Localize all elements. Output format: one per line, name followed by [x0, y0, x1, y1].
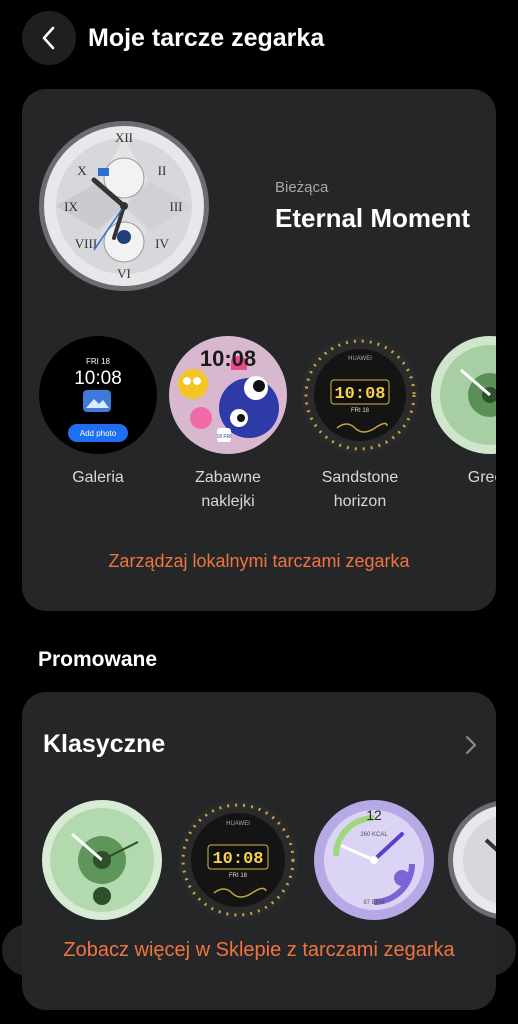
- promoted-section-title: Promowane: [38, 648, 158, 671]
- promo-face-classic-white[interactable]: [448, 800, 496, 920]
- svg-text:XII: XII: [115, 130, 133, 145]
- svg-text:IV: IV: [155, 236, 169, 251]
- header: Moje tarcze zegarka: [22, 10, 496, 66]
- sandstone-date: FRI 18: [351, 408, 370, 414]
- face-label-green: Green: [467, 469, 496, 486]
- svg-text:VIII: VIII: [75, 236, 97, 251]
- promo-gold-time: 10:08: [212, 850, 263, 869]
- current-face-name: Eternal Moment: [275, 203, 471, 233]
- promo-gold-brand: HUAWEI: [226, 821, 250, 827]
- promo-purple-bpm: 97 BPM: [363, 900, 384, 906]
- face-item-zabawne-naklejki[interactable]: 10:08 18 FRI Zabawne naklejki: [168, 336, 288, 514]
- sandstone-time: 10:08: [334, 385, 385, 404]
- naklejki-time: 10:08: [200, 346, 256, 371]
- svg-text:III: III: [170, 199, 183, 214]
- face-label-galeria: Galeria: [72, 469, 124, 486]
- back-button[interactable]: [22, 11, 76, 65]
- sandstone-face-thumb: HUAWEI 10:08 FRI 18: [301, 336, 419, 454]
- galeria-time: 10:08: [74, 368, 122, 389]
- face-label-sandstone-horizon: Sandstone horizon: [321, 469, 399, 510]
- current-label: Bieżąca: [275, 179, 329, 196]
- promo-purple-number: 12: [366, 807, 382, 823]
- svg-text:IX: IX: [64, 199, 78, 214]
- promo-face-purple[interactable]: 12 260 KCAL 97 BPM: [314, 800, 434, 920]
- manage-local-faces-link[interactable]: Zarządzaj lokalnymi tarczami zegarka: [22, 551, 496, 572]
- galeria-face-thumb: FRI 18 10:08 Add photo: [39, 336, 157, 454]
- chevron-right-icon[interactable]: [464, 734, 478, 756]
- svg-text:VI: VI: [117, 266, 131, 281]
- promo-face-green[interactable]: [42, 800, 162, 920]
- svg-text:X: X: [77, 163, 87, 178]
- add-photo-label: Add photo: [80, 429, 117, 438]
- galeria-date: FRI 18: [86, 357, 111, 366]
- page-title: Moje tarcze zegarka: [88, 23, 325, 52]
- promo-face-huawei-gold[interactable]: HUAWEI 10:08 FRI 18: [178, 800, 298, 920]
- chevron-left-icon: [42, 26, 55, 50]
- naklejki-face-thumb: 10:08 18 FRI: [169, 336, 287, 454]
- sandstone-brand: HUAWEI: [348, 356, 372, 362]
- face-item-sandstone-horizon[interactable]: HUAWEI 10:08 FRI 18 Sandstone horizon: [300, 336, 420, 514]
- promoted-faces-row: HUAWEI 10:08 FRI 18 12 260 KCAL 97 BPM: [42, 800, 496, 930]
- naklejki-date: 18 FRI: [216, 434, 231, 440]
- green-face-thumb: [431, 336, 496, 454]
- local-faces-row: FRI 18 10:08 Add photo Galeria 10:08 18 …: [38, 336, 496, 516]
- face-label-zabawne-naklejki: Zabawne naklejki: [195, 469, 261, 510]
- category-title[interactable]: Klasyczne: [43, 730, 165, 759]
- promo-gold-date: FRI 18: [229, 873, 248, 879]
- face-item-green[interactable]: Green: [430, 336, 496, 490]
- svg-text:II: II: [158, 163, 167, 178]
- current-face-card: II III IV VIII IX X VI XII Bieżąca Etern…: [22, 89, 496, 611]
- face-item-galeria[interactable]: FRI 18 10:08 Add photo Galeria: [38, 336, 158, 490]
- current-watch-face[interactable]: II III IV VIII IX X VI XII: [38, 120, 210, 292]
- promo-purple-kcal: 260 KCAL: [360, 832, 388, 838]
- store-link[interactable]: Zobacz więcej w Sklepie z tarczami zegar…: [2, 924, 516, 976]
